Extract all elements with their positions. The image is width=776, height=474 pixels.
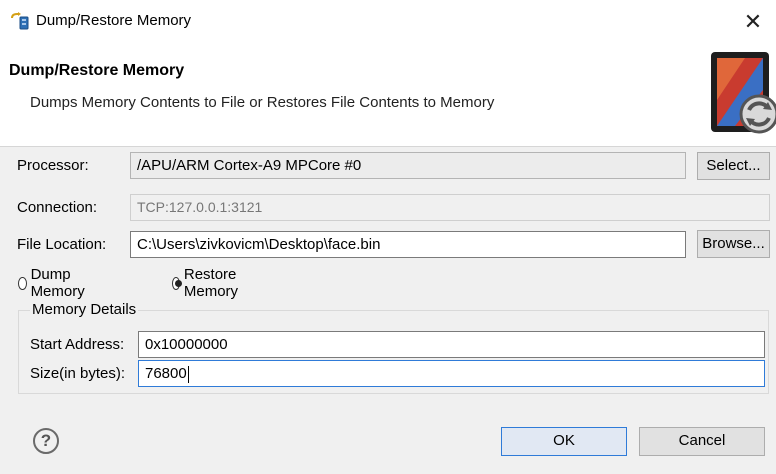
cancel-button[interactable]: Cancel [639,427,765,456]
memory-details-title: Memory Details [30,301,139,318]
dialog-header: Dump/Restore Memory Dumps Memory Content… [0,44,776,147]
memory-chip-refresh-icon [711,52,776,134]
size-value: 76800 [145,365,187,382]
radio-checked-icon [172,276,182,290]
help-icon[interactable]: ? [33,428,59,454]
ok-button[interactable]: OK [501,427,627,456]
file-location-label: File Location: [17,236,107,253]
text-caret [187,365,189,383]
connection-field: TCP:127.0.0.1:3121 [130,194,770,221]
start-address-label: Start Address: [30,336,125,353]
file-location-input[interactable]: C:\Users\zivkovicm\Desktop\face.bin [130,231,686,258]
processor-label: Processor: [17,157,89,174]
start-address-input[interactable]: 0x10000000 [138,331,765,358]
memory-restore-icon [11,12,29,30]
processor-field: /APU/ARM Cortex-A9 MPCore #0 [130,152,686,179]
restore-memory-radio[interactable]: Restore Memory [172,266,243,300]
title-bar: Dump/Restore Memory ✕ [0,0,776,44]
header-description: Dumps Memory Contents to File or Restore… [30,94,495,111]
restore-memory-label: Restore Memory [183,266,239,300]
size-input[interactable]: 76800 [138,360,765,387]
select-button[interactable]: Select... [697,152,770,180]
header-title: Dump/Restore Memory [9,62,185,79]
window-title: Dump/Restore Memory [36,12,192,29]
connection-label: Connection: [17,199,98,216]
browse-button[interactable]: Browse... [697,230,770,258]
close-button[interactable]: ✕ [730,0,776,44]
close-icon: ✕ [743,9,763,34]
radio-unchecked-icon [18,276,27,290]
dump-memory-label: Dump Memory [30,266,85,300]
dump-memory-radio[interactable]: Dump Memory [18,266,89,300]
size-label: Size(in bytes): [30,365,126,382]
